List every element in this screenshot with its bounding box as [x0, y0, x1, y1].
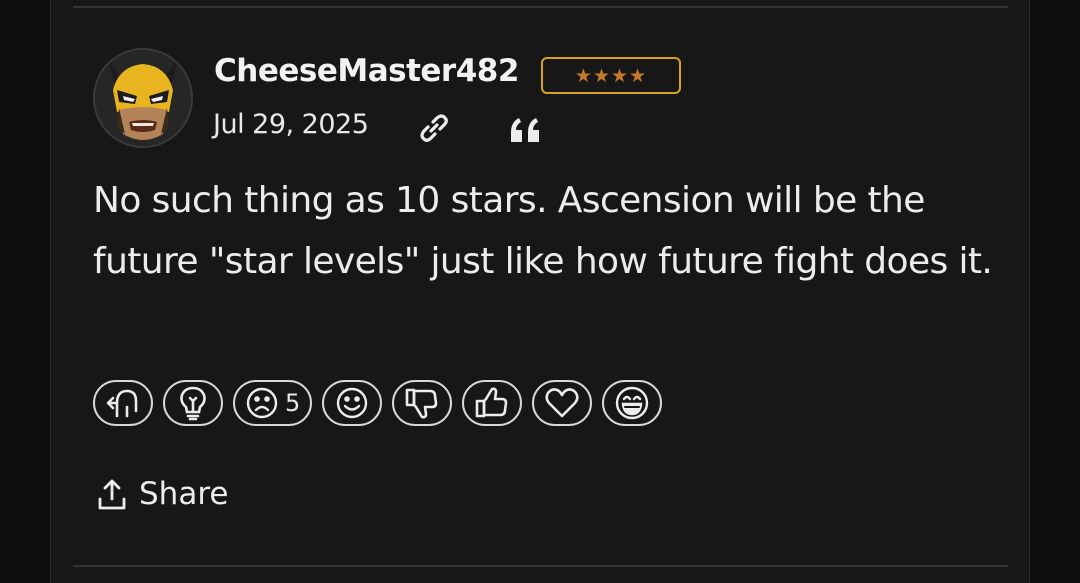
- thumbs-up-icon: [475, 387, 508, 418]
- laughing-face-icon: [616, 386, 649, 420]
- heart-icon: [545, 388, 579, 418]
- agree-reaction-button[interactable]: [462, 380, 523, 426]
- smile-face-icon: [337, 387, 368, 419]
- sad-face-icon: [246, 387, 278, 419]
- page: CheeseMaster482 ★★★★ Jul 29, 2025 No suc…: [0, 0, 1080, 583]
- disagree-reaction-button[interactable]: [392, 380, 453, 426]
- thumbs-down-icon: [405, 388, 438, 419]
- love-reaction-button[interactable]: [532, 380, 593, 426]
- share-label: Share: [139, 476, 229, 512]
- share-button[interactable]: Share: [97, 476, 228, 512]
- smile-reaction-button[interactable]: [322, 380, 383, 426]
- reply-reaction-button[interactable]: [93, 380, 153, 426]
- quote-icon[interactable]: [509, 114, 543, 144]
- post-date[interactable]: Jul 29, 2025: [213, 109, 369, 140]
- link-icon[interactable]: [416, 110, 452, 146]
- share-upload-icon: [98, 479, 126, 510]
- username[interactable]: CheeseMaster482: [214, 53, 519, 89]
- avatar[interactable]: [93, 48, 193, 148]
- wolverine-avatar-icon: [95, 50, 191, 146]
- insightful-reaction-button[interactable]: [163, 380, 223, 426]
- reaction-count: 5: [285, 389, 301, 417]
- right-gutter: [1030, 0, 1080, 583]
- comment-body: No such thing as 10 stars. Ascension wil…: [93, 180, 993, 282]
- reply-arrow-icon: [106, 389, 138, 418]
- top-divider: [73, 6, 1008, 8]
- laugh-reaction-button[interactable]: [602, 380, 663, 426]
- comment-card: CheeseMaster482 ★★★★ Jul 29, 2025 No suc…: [50, 0, 1030, 583]
- reaction-bar: 5: [93, 380, 663, 428]
- left-gutter: [0, 0, 50, 583]
- sad-reaction-button[interactable]: 5: [233, 380, 313, 426]
- rank-badge: ★★★★: [541, 57, 681, 94]
- bottom-divider: [73, 565, 1008, 567]
- lightbulb-icon: [180, 386, 206, 421]
